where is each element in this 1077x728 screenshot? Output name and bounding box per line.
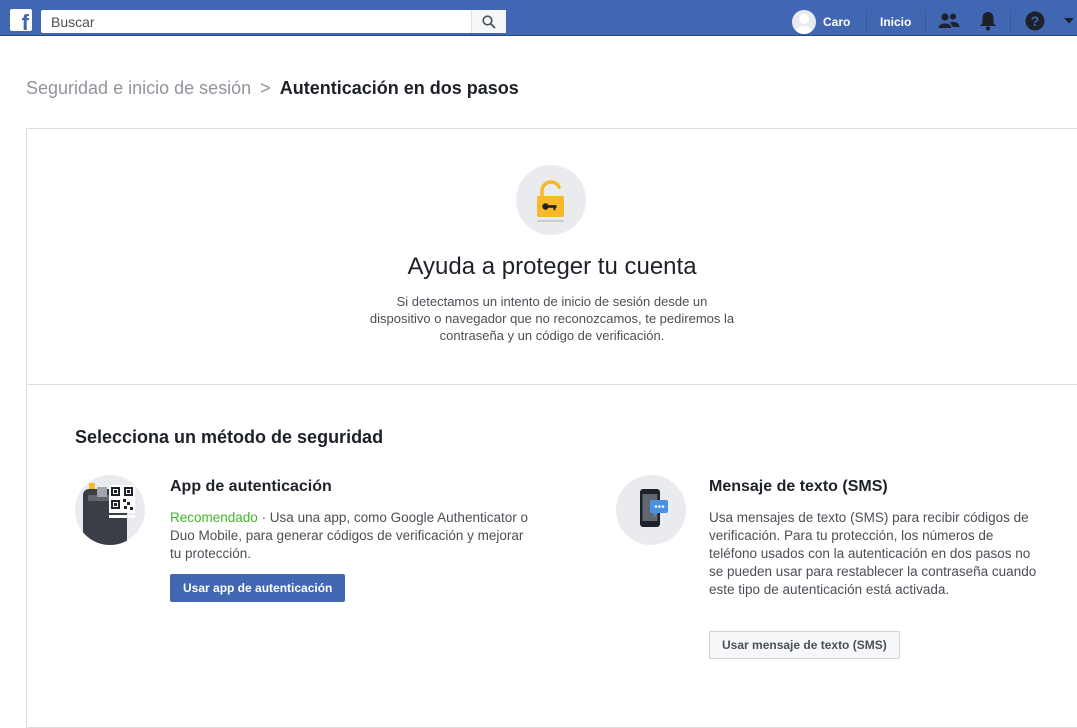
- hero-section: Ayuda a proteger tu cuenta Si detectamos…: [27, 129, 1077, 385]
- avatar: [792, 10, 816, 34]
- caret-down-icon[interactable]: [1058, 10, 1077, 32]
- breadcrumb: Seguridad e inicio de sesión > Autentica…: [26, 78, 519, 99]
- breadcrumb-parent-link[interactable]: Seguridad e inicio de sesión: [26, 78, 251, 98]
- nav-divider: [866, 12, 867, 32]
- user-name: Caro: [823, 15, 851, 29]
- use-sms-button[interactable]: Usar mensaje de texto (SMS): [709, 631, 900, 659]
- use-auth-app-button[interactable]: Usar app de autenticación: [170, 574, 346, 602]
- qr-code-phone-icon: [75, 475, 145, 545]
- page-title: Autenticación en dos pasos: [279, 78, 519, 98]
- notifications-icon[interactable]: [977, 10, 999, 32]
- search-icon: [482, 14, 496, 29]
- two-factor-card: Ayuda a proteger tu cuenta Si detectamos…: [26, 128, 1077, 728]
- nav-divider: [925, 12, 926, 32]
- section-title: Selecciona un método de seguridad: [75, 427, 384, 447]
- search-button[interactable]: [471, 10, 506, 33]
- search-input[interactable]: [41, 10, 471, 33]
- lock-icon: [516, 165, 586, 235]
- friends-icon[interactable]: [938, 10, 960, 32]
- top-navigation-bar: f Caro Inicio ?: [0, 0, 1077, 36]
- auth-app-title: App de autenticación: [170, 478, 332, 495]
- hero-title: Ayuda a proteger tu cuenta: [407, 253, 697, 280]
- hero-description: Si detectamos un intento de inicio de se…: [369, 294, 735, 343]
- facebook-logo-icon[interactable]: f: [10, 9, 32, 34]
- recommended-label: Recomendado: [170, 510, 258, 525]
- svg-text:?: ?: [1031, 13, 1040, 29]
- sms-description: Usa mensajes de texto (SMS) para recibir…: [709, 510, 1037, 597]
- sms-title: Mensaje de texto (SMS): [709, 478, 888, 495]
- sms-phone-icon: [616, 475, 686, 545]
- breadcrumb-separator: >: [260, 78, 271, 98]
- profile-link[interactable]: Caro: [792, 10, 850, 34]
- auth-app-description: Recomendado · Usa una app, como Google A…: [170, 509, 532, 563]
- nav-divider: [1010, 12, 1011, 32]
- help-icon[interactable]: ?: [1024, 10, 1046, 32]
- search-box: [41, 10, 506, 33]
- home-link[interactable]: Inicio: [880, 10, 911, 34]
